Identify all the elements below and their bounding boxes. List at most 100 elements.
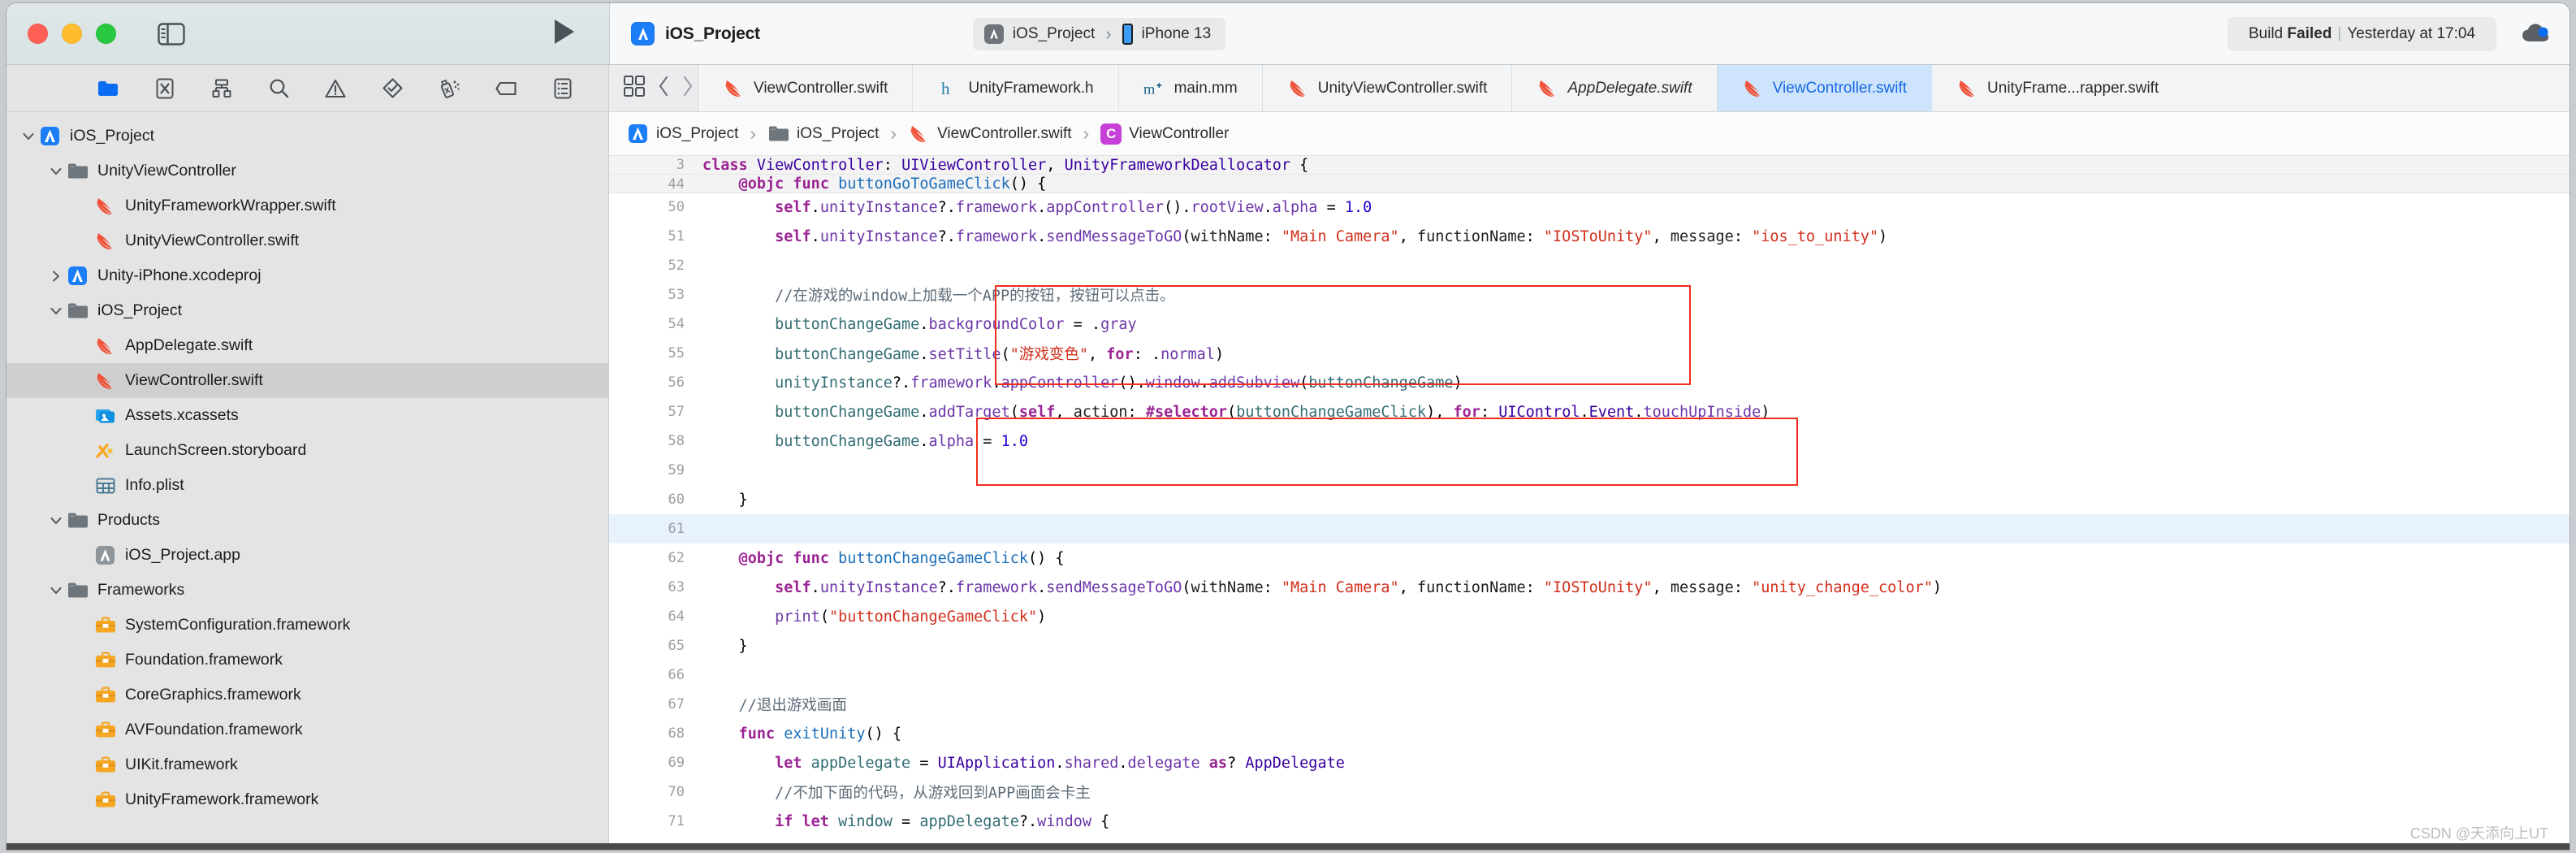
tree-item[interactable]: AVFoundation.framework <box>6 712 608 747</box>
disclosure-down-icon[interactable] <box>45 307 67 315</box>
report-list-icon[interactable] <box>552 78 573 99</box>
breakpoint-tag-icon[interactable] <box>495 78 516 99</box>
svg-text:h: h <box>941 79 950 98</box>
tree-item[interactable]: AppDelegate.swift <box>6 328 608 363</box>
tree-item-label: iOS_Project <box>70 127 155 145</box>
scheme-selector[interactable]: iOS_Project › iPhone 13 <box>972 17 1226 50</box>
editor-tab-active[interactable]: ViewController.swift <box>1717 65 1933 111</box>
code-line[interactable]: 52 <box>609 251 2570 280</box>
tree-item-label: AVFoundation.framework <box>125 721 303 738</box>
build-status-badge[interactable]: Build Failed | Yesterday at 17:04 <box>2227 16 2496 51</box>
xcode-project-icon <box>627 123 649 145</box>
code-line[interactable]: 60 } <box>609 485 2570 514</box>
window-bottom-edge <box>6 843 2570 850</box>
editor-tab[interactable]: m main.mm <box>1119 65 1263 111</box>
editor-tab[interactable]: UnityFrame...rapper.swift <box>1932 65 2183 111</box>
editor-tab[interactable]: UnityViewController.swift <box>1263 65 1513 111</box>
code-line[interactable]: 63 self.unityInstance?.framework.sendMes… <box>609 573 2570 602</box>
code-line[interactable]: 65 } <box>609 631 2570 660</box>
code-line[interactable]: 61 <box>609 514 2570 543</box>
tree-item[interactable]: Products <box>6 503 608 538</box>
editor-tab[interactable]: ViewController.swift <box>698 65 914 111</box>
chevron-left-icon[interactable] <box>658 76 669 101</box>
tree-item[interactable]: SystemConfiguration.framework <box>6 608 608 643</box>
code-line[interactable]: 55 buttonChangeGame.setTitle("游戏变色", for… <box>609 339 2570 368</box>
code-line[interactable]: 51 self.unityInstance?.framework.sendMes… <box>609 222 2570 251</box>
tree-item[interactable]: Info.plist <box>6 468 608 503</box>
pinned-code-line: 44 @objc func buttonGoToGameClick() { <box>609 175 2570 193</box>
editor-grid-icon[interactable] <box>624 76 645 101</box>
search-icon[interactable] <box>268 78 289 99</box>
tree-item[interactable]: Foundation.framework <box>6 643 608 678</box>
tree-item[interactable]: iOS_Project <box>6 119 608 154</box>
line-content: //退出游戏画面 <box>738 697 847 714</box>
sidebar-toggle-icon[interactable] <box>158 22 185 45</box>
open-file-tabs[interactable]: ViewController.swift h UnityFramework.h m ma… <box>698 65 2570 111</box>
warning-triangle-icon[interactable] <box>325 78 346 99</box>
breadcrumb[interactable]: iOS_Project › iOS_Project › ViewController.s… <box>609 112 2570 156</box>
line-number: 66 <box>668 667 685 683</box>
code-line[interactable]: 64 print("buttonChangeGameClick") <box>609 602 2570 631</box>
code-line[interactable]: 57 buttonChangeGame.addTarget(self, acti… <box>609 397 2570 426</box>
editor-tab[interactable]: h UnityFramework.h <box>913 65 1119 111</box>
tree-item[interactable]: UnityFramework.framework <box>6 782 608 817</box>
tree-item-label: UnityViewController <box>97 162 236 180</box>
code-line[interactable]: 62 @objc func buttonChangeGameClick() { <box>609 543 2570 573</box>
tree-item[interactable]: ViewController.swift <box>6 363 608 398</box>
file-tree[interactable]: iOS_Project UnityViewController UnityFrame… <box>6 112 608 850</box>
tree-item[interactable]: LaunchScreen.storyboard <box>6 433 608 468</box>
disclosure-down-icon[interactable] <box>45 587 67 595</box>
minimize-button[interactable] <box>62 24 82 44</box>
code-lines[interactable]: 50 self.unityInstance?.framework.appCont… <box>609 193 2570 850</box>
tree-item[interactable]: UnityFrameworkWrapper.swift <box>6 188 608 223</box>
code-line[interactable]: 50 self.unityInstance?.framework.appCont… <box>609 193 2570 222</box>
editor-tab[interactable]: AppDelegate.swift <box>1512 65 1718 111</box>
tree-item[interactable]: UIKit.framework <box>6 747 608 782</box>
close-button[interactable] <box>28 24 48 44</box>
zoom-button[interactable] <box>96 24 116 44</box>
code-line[interactable]: 58 buttonChangeGame.alpha = 1.0 <box>609 426 2570 456</box>
folder-icon[interactable] <box>97 78 119 99</box>
line-number: 64 <box>668 608 685 625</box>
disclosure-down-icon[interactable] <box>45 517 67 525</box>
breadcrumb-item[interactable]: iOS_Project <box>627 123 738 145</box>
line-number: 59 <box>668 462 685 478</box>
pinned-code-line: 3 class ViewController: UIViewController,… <box>609 156 2570 175</box>
tree-item[interactable]: iOS_Project.app <box>6 538 608 573</box>
code-line[interactable]: 54 buttonChangeGame.backgroundColor = .g… <box>609 310 2570 339</box>
code-line[interactable]: 56 unityInstance?.framework.appControlle… <box>609 368 2570 397</box>
tree-item[interactable]: Unity-iPhone.xcodeproj <box>6 258 608 293</box>
tree-item[interactable]: CoreGraphics.framework <box>6 678 608 712</box>
code-line[interactable]: 71 if let window = appDelegate?.window { <box>609 807 2570 836</box>
line-number: 52 <box>668 258 685 274</box>
folder-icon <box>67 300 89 322</box>
breadcrumb-item[interactable]: C ViewController <box>1100 123 1229 145</box>
disclosure-right-icon[interactable] <box>45 270 67 282</box>
editor-tab-label: AppDelegate.swift <box>1567 79 1692 97</box>
breadcrumb-item[interactable]: iOS_Project <box>767 123 879 145</box>
chevron-right-icon[interactable] <box>682 76 694 101</box>
code-line[interactable]: 70 //不加下面的代码，从游戏回到APP画面会卡主 <box>609 777 2570 807</box>
hierarchy-icon[interactable] <box>211 78 232 99</box>
cloud-status-icon[interactable] <box>2521 22 2552 46</box>
test-diamond-icon[interactable] <box>382 78 403 99</box>
breadcrumb-item[interactable]: ViewController.swift <box>908 123 1072 145</box>
tree-item[interactable]: Assets.xcassets <box>6 398 608 433</box>
swift-icon <box>1742 77 1764 99</box>
code-line[interactable]: 53 //在游戏的window上加载一个APP的按钮，按钮可以点击。 <box>609 280 2570 310</box>
disclosure-down-icon[interactable] <box>18 132 39 141</box>
tree-item[interactable]: iOS_Project <box>6 293 608 328</box>
code-line[interactable]: 66 <box>609 660 2570 690</box>
tree-item[interactable]: Frameworks <box>6 573 608 608</box>
run-play-icon[interactable] <box>552 18 577 50</box>
code-line[interactable]: 69 let appDelegate = UIApplication.share… <box>609 748 2570 777</box>
source-control-icon[interactable] <box>154 78 175 99</box>
code-line[interactable]: 68 func exitUnity() { <box>609 719 2570 748</box>
tree-item[interactable]: UnityViewController.swift <box>6 223 608 258</box>
debug-spray-icon[interactable] <box>439 78 460 99</box>
code-line[interactable]: 59 <box>609 456 2570 485</box>
code-line[interactable]: 67 //退出游戏画面 <box>609 690 2570 719</box>
code-editor[interactable]: 50 self.unityInstance?.framework.appCont… <box>609 156 2570 850</box>
tree-item[interactable]: UnityViewController <box>6 154 608 188</box>
disclosure-down-icon[interactable] <box>45 167 67 175</box>
